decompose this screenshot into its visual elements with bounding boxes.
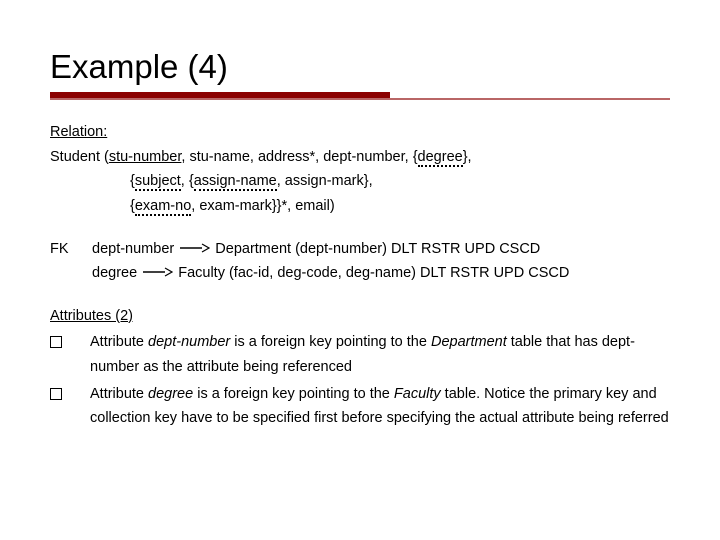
text: , assign-mark},: [277, 173, 373, 189]
relation-line-3: {exam-no, exam-mark}}*, email): [50, 194, 670, 219]
fk-block: FK dept-number Department (dept-number) …: [50, 237, 670, 286]
ck-assign-name: assign-name: [194, 173, 277, 191]
italic-faculty: Faculty: [394, 386, 441, 402]
text: , {: [181, 173, 194, 189]
attributes-block: Attributes (2) Attribute dept-number is …: [50, 304, 670, 431]
italic-department: Department: [431, 334, 507, 350]
fk-line-1: dept-number Department (dept-number) DLT…: [92, 237, 670, 262]
text: },: [463, 149, 472, 165]
square-bullet-icon: [50, 388, 62, 400]
italic-dept-number: dept-number: [148, 334, 230, 350]
text: is a foreign key pointing to the: [230, 334, 431, 350]
ck-degree: degree: [418, 149, 463, 167]
text: is a foreign key pointing to the: [193, 386, 394, 402]
italic-degree: degree: [148, 386, 193, 402]
slide-title: Example (4): [50, 48, 670, 86]
fk-label: FK: [50, 237, 74, 262]
ck-exam-no: exam-no: [135, 198, 191, 216]
text: Student (: [50, 149, 109, 165]
relation-line-2: {subject, {assign-name, assign-mark},: [50, 169, 670, 194]
relation-line-1: Student (stu-number, stu-name, address*,…: [50, 145, 670, 170]
arrow-icon: [180, 243, 210, 253]
square-bullet-icon: [50, 336, 62, 348]
ck-subject: subject: [135, 173, 181, 191]
fk-line-2: degree Faculty (fac-id, deg-code, deg-na…: [92, 261, 670, 286]
relation-block: Relation: Student (stu-number, stu-name,…: [50, 120, 670, 219]
text: Attribute: [90, 386, 148, 402]
attributes-heading: Attributes (2): [50, 308, 133, 324]
fk-attr: dept-number: [92, 241, 174, 257]
pk-stu-number: stu-number: [109, 149, 182, 165]
fk-target: Department (dept-number) DLT RSTR UPD CS…: [215, 241, 540, 257]
fk-target: Faculty (fac-id, deg-code, deg-name) DLT…: [178, 265, 569, 281]
title-rule: [50, 92, 670, 98]
bullet-item-2: Attribute degree is a foreign key pointi…: [50, 382, 670, 431]
text: , stu-name, address*, dept-number, {: [181, 149, 417, 165]
text: , exam-mark}}*, email): [191, 198, 334, 214]
relation-heading: Relation:: [50, 124, 107, 140]
bullet-item-1: Attribute dept-number is a foreign key p…: [50, 330, 670, 379]
arrow-icon: [143, 267, 173, 277]
text: Attribute: [90, 334, 148, 350]
fk-attr: degree: [92, 265, 137, 281]
